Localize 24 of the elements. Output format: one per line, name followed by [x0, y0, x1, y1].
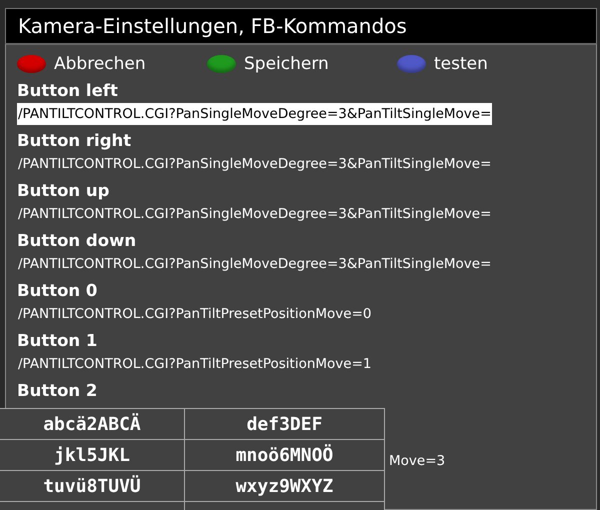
keyboard-key[interactable]: jkl5JKL — [0, 440, 185, 470]
value-field[interactable]: /PANTILTCONTROL.CGI?PanTiltPresetPositionMove=0 — [17, 303, 373, 325]
keyboard-key[interactable]: def3DEF — [185, 409, 385, 439]
keyboard-key[interactable]: abcä2ABCÄ — [0, 409, 185, 439]
value-field[interactable]: Move=3 — [388, 450, 446, 472]
key-label: Abbrechen — [54, 54, 146, 74]
keyboard-key[interactable]: wxyz9WXYZ — [185, 471, 385, 501]
key-label: Speichern — [244, 54, 329, 74]
keyboard-key[interactable]: mnoö6MNOÖ — [185, 440, 385, 470]
value-field[interactable]: /PANTILTCONTROL.CGI?PanSingleMoveDegree=3&PanTiltSingleMove= — [17, 153, 492, 175]
value-field[interactable]: /PANTILTCONTROL.CGI?PanSingleMoveDegree=3&PanTiltSingleMove= — [17, 203, 492, 225]
window-title: Kamera-Einstellungen, FB-Kommandos — [18, 14, 407, 38]
keyboard-key[interactable]: tuvü8TUVÜ — [0, 471, 185, 501]
setting-label: Button up — [17, 180, 110, 202]
setting-label: Button 1 — [17, 330, 98, 352]
key-label: testen — [434, 54, 488, 74]
setting-label: Button left — [17, 80, 118, 102]
value-field[interactable]: /PANTILTCONTROL.CGI?PanSingleMoveDegree=3&PanTiltSingleMove= — [17, 103, 492, 125]
setting-label: Button right — [17, 130, 132, 152]
setting-label: Button 2 — [17, 380, 98, 402]
setting-label: Button 0 — [17, 280, 98, 302]
value-field[interactable]: /PANTILTCONTROL.CGI?PanSingleMoveDegree=3&PanTiltSingleMove= — [17, 253, 492, 275]
setting-label: Button down — [17, 230, 136, 252]
value-field[interactable]: /PANTILTCONTROL.CGI?PanTiltPresetPositionMove=1 — [17, 353, 373, 375]
